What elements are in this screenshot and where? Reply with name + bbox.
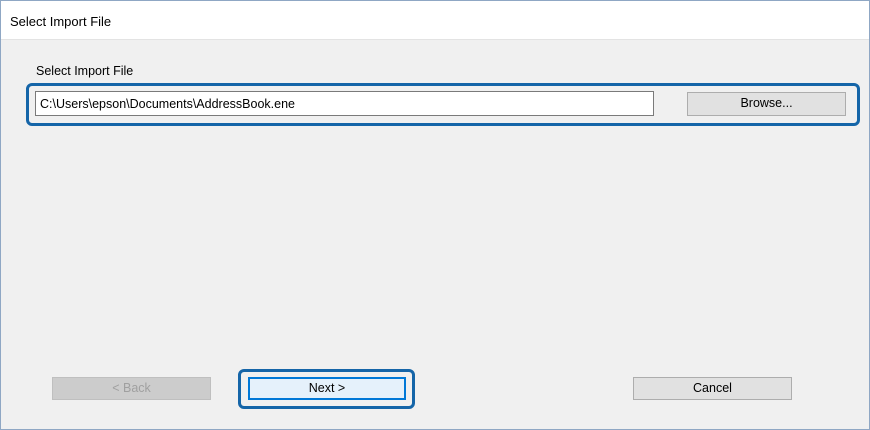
file-path-input[interactable] — [35, 91, 654, 116]
back-button: < Back — [52, 377, 211, 400]
window-title: Select Import File — [10, 14, 112, 29]
import-dialog: Select Import File Select Import File Br… — [0, 0, 870, 430]
next-button[interactable]: Next > — [248, 377, 406, 400]
cancel-button[interactable]: Cancel — [633, 377, 792, 400]
select-file-label: Select Import File — [36, 64, 134, 78]
browse-button[interactable]: Browse... — [687, 92, 846, 116]
title-bar: Select Import File — [0, 0, 870, 40]
